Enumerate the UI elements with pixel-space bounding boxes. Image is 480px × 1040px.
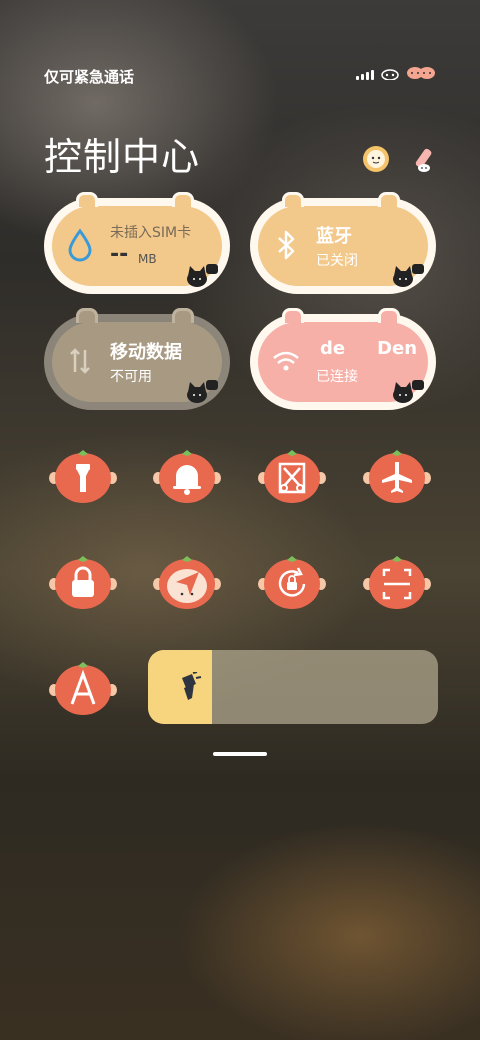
location-toggle[interactable] [152, 552, 222, 612]
flashlight-toggle[interactable] [48, 446, 118, 506]
data-usage-title: 未插入SIM卡 [110, 225, 192, 241]
bell-toggle[interactable] [152, 446, 222, 506]
bluetooth-title: 蓝牙 [316, 226, 352, 247]
wifi-tile[interactable]: de Den 已连接 [250, 308, 436, 410]
cat-decoration-icon [393, 380, 424, 403]
drag-handle[interactable] [213, 752, 267, 756]
cat-decoration-icon [187, 264, 218, 287]
font-a-icon [49, 662, 117, 715]
lock-icon [49, 556, 117, 609]
bluetooth-tile[interactable]: 蓝牙 已关闭 [250, 192, 436, 294]
cat-decoration-icon [187, 380, 218, 403]
mobile-data-tile[interactable]: 移动数据 不可用 [44, 308, 230, 410]
airplane-icon [363, 450, 431, 503]
airplane-toggle[interactable] [362, 446, 432, 506]
wifi-title-part-a: de [320, 338, 346, 359]
status-icons [356, 64, 436, 80]
scan-toggle[interactable] [362, 552, 432, 612]
rotation-lock-icon [258, 556, 326, 609]
bluetooth-status: 已关闭 [316, 253, 358, 269]
edit-pen-icon [415, 148, 432, 172]
data-usage-unit: MB [138, 252, 157, 266]
edit-button[interactable] [408, 144, 438, 174]
font-toggle[interactable] [48, 658, 118, 718]
status-carrier-text: 仅可紧急通话 [44, 68, 135, 86]
page-title: 控制中心 [44, 135, 201, 179]
screenshot-scissors-icon [258, 450, 326, 503]
wifi-title-part-b: Den [377, 338, 418, 359]
scan-icon [363, 556, 431, 609]
signal-icon [356, 70, 374, 80]
wifi-status: 已连接 [316, 369, 358, 385]
rotation-lock-toggle[interactable] [257, 552, 327, 612]
bell-icon [153, 450, 221, 503]
mobile-data-arrows-icon [70, 348, 90, 374]
mobile-data-status: 不可用 [110, 369, 152, 385]
bluetooth-icon [278, 230, 295, 260]
wifi-title: de Den [320, 338, 420, 359]
battery-peach-icon [407, 67, 435, 79]
location-arrow-icon [153, 556, 221, 609]
lock-toggle[interactable] [48, 552, 118, 612]
water-drop-icon [68, 228, 92, 262]
screenshot-toggle[interactable] [257, 446, 327, 506]
mobile-data-title: 移动数据 [110, 342, 182, 363]
sun-face-button[interactable] [361, 144, 391, 174]
wifi-status-icon [381, 69, 399, 80]
sun-face-icon [363, 146, 389, 172]
brightness-slider[interactable] [148, 650, 438, 724]
cat-decoration-icon [393, 264, 424, 287]
flashlight-icon [49, 450, 117, 503]
wifi-icon [273, 351, 299, 371]
data-usage-tile[interactable]: 未插入SIM卡 -- MB [44, 192, 230, 294]
data-usage-value: -- [110, 242, 129, 267]
flashlight-brightness-icon [182, 672, 202, 700]
